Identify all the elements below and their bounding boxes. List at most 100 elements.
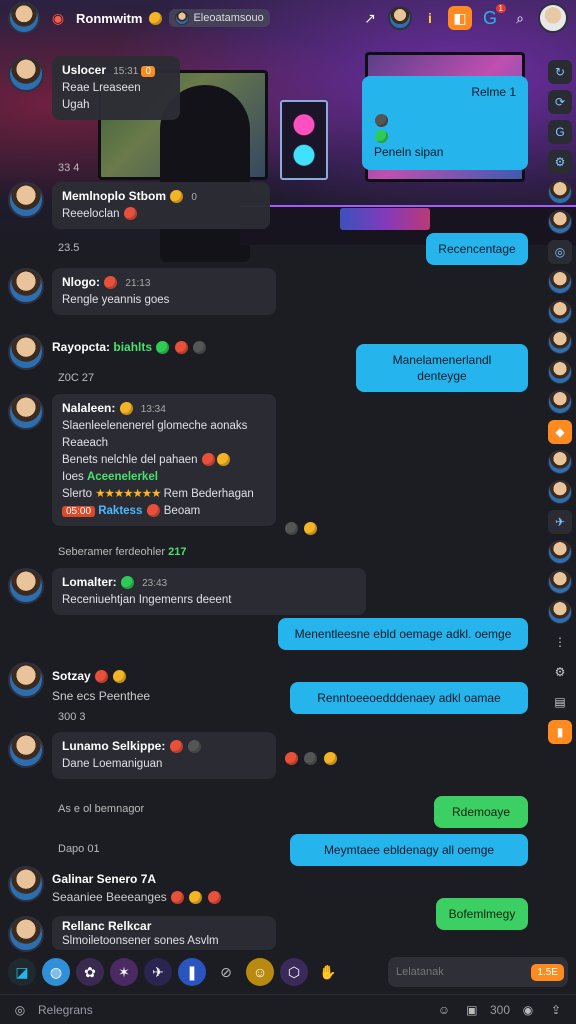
- message-item[interactable]: Lomalter: 23:43 Receniuehtjan Ingemenrs …: [8, 568, 366, 615]
- more-icon[interactable]: ⋮: [548, 630, 572, 654]
- app-icon[interactable]: ◪: [8, 958, 36, 986]
- scroll-icon[interactable]: ▤: [548, 690, 572, 714]
- message-item[interactable]: Nalaleen: 13:34 Slaenleelenenerel glomec…: [8, 394, 318, 538]
- message-item[interactable]: Uslocer 15:31 0 Reae Lreaseen Ugah: [8, 56, 180, 120]
- rail-avatar-4[interactable]: [548, 300, 572, 324]
- send-button[interactable]: 1.5E: [531, 963, 564, 981]
- sender-avatar[interactable]: [8, 334, 44, 370]
- rail-button-settings[interactable]: ⚙: [548, 150, 572, 174]
- message-input[interactable]: [396, 966, 532, 978]
- channel-chip[interactable]: Eleoatamsouo: [169, 9, 270, 27]
- badge-icon[interactable]: ⬡: [280, 958, 308, 986]
- camera-icon[interactable]: ▣: [462, 1000, 482, 1020]
- reaction-icon[interactable]: [285, 522, 298, 536]
- rail-button-refresh[interactable]: G: [548, 120, 572, 144]
- outgoing-message[interactable]: Rdemoaye: [434, 796, 528, 828]
- message-item[interactable]: Lunamo Selkippe: Dane Loemaniguan: [8, 732, 338, 779]
- rail-button-globe[interactable]: ◎: [548, 240, 572, 264]
- info-icon[interactable]: i: [418, 6, 442, 30]
- reaction-icon[interactable]: [304, 522, 318, 536]
- message-item[interactable]: Rellanc Relkcar Slmoiletoonsener sones A…: [8, 916, 276, 952]
- sender-name: Nlogo:: [62, 275, 100, 289]
- rail-button-sync[interactable]: ⟳: [548, 90, 572, 114]
- message-text-line4-tag: Aceenelerkel: [86, 471, 158, 483]
- record-icon[interactable]: ◉: [518, 1000, 538, 1020]
- rail-button-plane[interactable]: ✈: [548, 510, 572, 534]
- rail-avatar-2[interactable]: [548, 210, 572, 234]
- meta-text: As e ol bemnagor: [58, 803, 145, 815]
- message-item[interactable]: Sotzay Sne ecs Peenthee: [8, 662, 150, 706]
- options-icon[interactable]: ⚙: [548, 660, 572, 684]
- message-item[interactable]: Memlnoplo Stbom 0 Reeeloclan: [8, 182, 270, 229]
- emoji-button-icon[interactable]: ☺: [434, 1000, 454, 1020]
- status-dot-icon: ◉: [51, 9, 65, 26]
- rail-avatar-9[interactable]: [548, 480, 572, 504]
- rail-button-link[interactable]: ↻: [548, 60, 572, 84]
- sender-avatar[interactable]: [8, 732, 44, 768]
- rail-button-bottom[interactable]: ▮: [548, 720, 572, 744]
- game-icon[interactable]: [388, 6, 412, 30]
- emoji-icon: [170, 190, 184, 204]
- rail-avatar-6[interactable]: [548, 360, 572, 384]
- message-link[interactable]: Raktess: [98, 505, 142, 517]
- outgoing-message[interactable]: Renntoeeoedddenaey adkl oamae: [290, 682, 528, 714]
- search-icon[interactable]: ⌕: [508, 6, 532, 30]
- sender-name: Nalaleen:: [62, 401, 116, 415]
- rail-avatar-1[interactable]: [548, 180, 572, 204]
- profile-icon[interactable]: [538, 3, 568, 33]
- reaction-icon[interactable]: [323, 752, 337, 766]
- message-inline: Sotzay Sne ecs Peenthee: [52, 662, 150, 706]
- rail-avatar-8[interactable]: [548, 450, 572, 474]
- rail-avatar-11[interactable]: [548, 570, 572, 594]
- arrow-icon[interactable]: ↗: [358, 6, 382, 30]
- plane-icon[interactable]: ✈: [144, 958, 172, 986]
- message-bubble: Rellanc Relkcar Slmoiletoonsener sones A…: [52, 916, 276, 950]
- message-text: Rengle yeannis goes: [62, 294, 170, 306]
- outgoing-message[interactable]: Manelamenerlandl denteyge: [356, 344, 528, 392]
- rail-avatar-5[interactable]: [548, 330, 572, 354]
- sender-avatar[interactable]: [8, 182, 44, 218]
- user-avatar[interactable]: [8, 2, 40, 34]
- status-bar: ◎ Relegrans ☺ ▣ 300 ◉ ⇪: [0, 994, 576, 1024]
- emoji-icon: [171, 891, 185, 905]
- share-icon[interactable]: ⇪: [546, 1000, 566, 1020]
- alert-icon[interactable]: G1: [478, 4, 506, 30]
- rail-avatar-7[interactable]: [548, 390, 572, 414]
- chat-title[interactable]: Ronmwitm: [76, 11, 142, 26]
- compass-icon[interactable]: ◎: [10, 1000, 30, 1020]
- sender-avatar[interactable]: [8, 662, 44, 698]
- sender-avatar[interactable]: [8, 916, 44, 952]
- rail-avatar-10[interactable]: [548, 540, 572, 564]
- outgoing-message[interactable]: Recencentage: [426, 233, 528, 265]
- reaction-icon[interactable]: [285, 752, 298, 766]
- message-item[interactable]: Nlogo: 21:13 Rengle yeannis goes: [8, 268, 276, 315]
- meta-text: 23.5: [58, 242, 80, 254]
- sender-avatar[interactable]: [8, 56, 44, 92]
- outgoing-message[interactable]: Menentleesne ebld oemage adkl. oemge: [278, 618, 528, 650]
- message-compose[interactable]: 1.5E: [388, 957, 568, 987]
- top-bar: ◉ Ronmwitm Eleoatamsouo ↗ i ◧ G1 ⌕: [0, 0, 576, 36]
- sender-avatar[interactable]: [8, 394, 44, 430]
- message-text: Slmoiletoonsener sones Asvlm: [62, 935, 219, 947]
- sender-avatar[interactable]: [8, 866, 44, 902]
- outgoing-message[interactable]: Bofemlmegy: [436, 898, 528, 930]
- palette-icon[interactable]: ✿: [76, 958, 104, 986]
- notification-icon[interactable]: ❚: [178, 958, 206, 986]
- attach-icon[interactable]: ⊘: [212, 958, 240, 986]
- message-item[interactable]: Galinar Senero 7A Seaaniee Beeeanges: [8, 866, 222, 906]
- gesture-icon[interactable]: ✋: [314, 958, 342, 986]
- emoji-picker-icon[interactable]: ☺: [246, 958, 274, 986]
- orange-badge-icon[interactable]: ◧: [448, 6, 472, 30]
- message-item[interactable]: Rayopcta: biahlts: [8, 334, 207, 370]
- outgoing-message[interactable]: Relme 1 Peneln sipan: [362, 76, 528, 170]
- sparkle-icon[interactable]: ✶: [110, 958, 138, 986]
- reaction-icon[interactable]: [304, 752, 318, 766]
- outgoing-message[interactable]: Meymtaee ebldenagy all oemge: [290, 834, 528, 866]
- rail-button-orange[interactable]: ◆: [548, 420, 572, 444]
- sender-avatar[interactable]: [8, 568, 44, 604]
- sender-avatar[interactable]: [8, 268, 44, 304]
- rail-avatar-12[interactable]: [548, 600, 572, 624]
- message-bubble: Lunamo Selkippe: Dane Loemaniguan: [52, 732, 276, 779]
- rail-avatar-3[interactable]: [548, 270, 572, 294]
- globe-icon[interactable]: ◍: [42, 958, 70, 986]
